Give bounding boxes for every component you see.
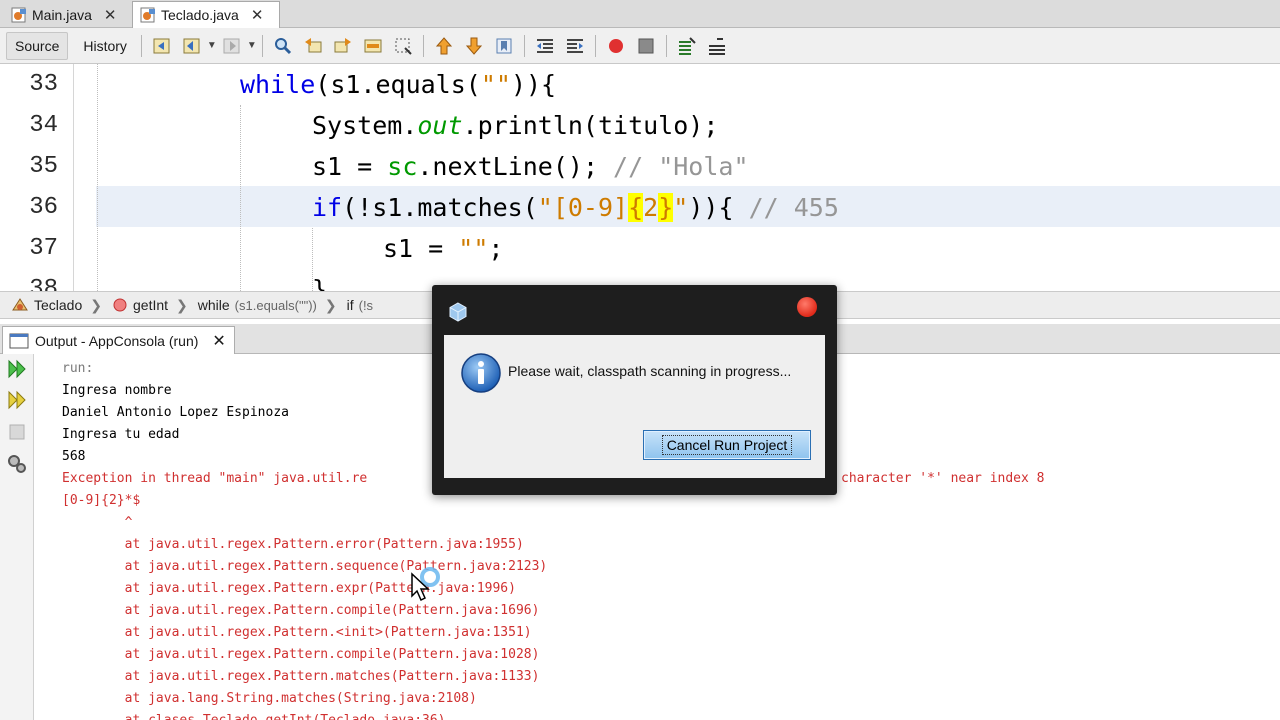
history-button[interactable]: History [74, 32, 136, 60]
console-line: at java.util.regex.Pattern.expr(Pattern.… [62, 581, 516, 596]
code-editor[interactable]: 33 34 35 36 37 38 while(s1.equals("")){ … [0, 64, 1280, 291]
tab-label: Teclado.java [161, 7, 239, 23]
close-icon[interactable] [797, 297, 817, 317]
line-number: 34 [29, 112, 58, 139]
chevron-right-icon: ❯ [324, 296, 337, 313]
shift-right-icon[interactable] [564, 35, 586, 57]
dialog-content: Please wait, classpath scanning in progr… [444, 335, 825, 478]
chevron-right-icon: ❯ [90, 296, 102, 313]
comment-icon[interactable] [676, 35, 698, 57]
find-previous-icon[interactable] [302, 35, 324, 57]
java-file-icon [11, 7, 26, 22]
console-line: Ingresa tu edad [62, 427, 180, 442]
close-icon[interactable]: ✕ [104, 6, 117, 24]
console-line: at java.util.regex.Pattern.<init>(Patter… [62, 625, 532, 640]
breadcrumb-item-while[interactable]: while (s1.equals("")) ❯ [198, 297, 337, 314]
info-icon [461, 353, 501, 393]
console-line: at java.lang.String.matches(String.java:… [62, 691, 477, 706]
console-line: Exception in thread "main" java.util.re [62, 471, 368, 486]
console-line: Ingresa nombre [62, 383, 172, 398]
uncomment-icon[interactable] [706, 35, 728, 57]
line-number: 36 [29, 194, 58, 221]
source-button[interactable]: Source [6, 31, 69, 60]
last-edit-icon[interactable] [151, 35, 173, 57]
indent-guide [240, 105, 241, 291]
bracket-match-highlight: } [658, 193, 674, 222]
start-macro-recording-icon[interactable] [605, 35, 627, 57]
breadcrumb-item-if[interactable]: if (!s [347, 297, 373, 313]
find-icon[interactable] [272, 35, 294, 57]
rerun-with-parameters-icon[interactable] [5, 388, 29, 412]
chevron-down-icon[interactable]: ▼ [247, 40, 257, 51]
settings-icon[interactable] [5, 452, 29, 476]
toolbar-separator [140, 34, 142, 57]
cancel-run-project-button[interactable]: Cancel Run Project [643, 430, 811, 460]
line-number: 37 [29, 235, 58, 262]
toggle-highlight-icon[interactable] [362, 35, 384, 57]
console-line: ^ [62, 515, 133, 530]
previous-bookmark-icon[interactable] [433, 35, 455, 57]
console-line: at clases.Teclado.getInt(Teclado.java:36… [62, 710, 446, 720]
line-number: 38 [29, 276, 58, 291]
netbeans-cube-icon [449, 302, 467, 322]
java-file-icon [140, 7, 155, 23]
editor-tab-bar: Main.java ✕ Teclado.java ✕ [0, 0, 1280, 28]
dialog-message: Please wait, classpath scanning in progr… [508, 363, 792, 379]
class-icon [12, 298, 28, 311]
toolbar-separator [594, 34, 596, 57]
console-line: Daniel Antonio Lopez Espinoza [62, 405, 289, 420]
console-line: [0-9]{2}*$ [62, 493, 141, 508]
console-line: at java.util.regex.Pattern.matches(Patte… [62, 669, 540, 684]
classpath-scan-dialog: Please wait, classpath scanning in progr… [432, 285, 837, 495]
line-number-gutter: 33 34 35 36 37 38 [0, 64, 74, 291]
code-line-37: s1 = ""; [383, 234, 504, 263]
console-line: at java.util.regex.Pattern.compile(Patte… [62, 603, 540, 618]
find-next-icon[interactable] [332, 35, 354, 57]
editor-toolbar: Source History ▼ ▼ [0, 28, 1280, 64]
code-line-36: if(!s1.matches("[0-9]{2}")){ // 455 [312, 193, 839, 222]
console-line-tail: character '*' near index 8 [841, 471, 1045, 486]
code-line-35: s1 = sc.nextLine(); // "Hola" [312, 152, 749, 181]
method-icon [113, 298, 127, 312]
rectangular-selection-icon[interactable] [392, 35, 414, 57]
back-icon[interactable] [181, 35, 203, 57]
stop-icon[interactable] [5, 420, 29, 444]
chevron-down-icon[interactable]: ▼ [207, 40, 217, 51]
console-line: at java.util.regex.Pattern.compile(Patte… [62, 647, 540, 662]
console-line: run: [62, 361, 94, 376]
code-line-33: while(s1.equals("")){ [240, 70, 557, 99]
tab-main-java[interactable]: Main.java ✕ [4, 1, 130, 28]
code-line-38: } [312, 275, 328, 291]
toolbar-separator [665, 34, 667, 57]
toolbar-separator [261, 34, 263, 57]
chevron-right-icon: ❯ [176, 296, 188, 313]
close-icon[interactable]: ✕ [251, 6, 264, 24]
close-icon[interactable]: ✕ [212, 331, 225, 351]
mouse-cursor-icon [411, 572, 430, 602]
output-window-icon [9, 333, 29, 348]
shift-left-icon[interactable] [534, 35, 556, 57]
line-number: 35 [29, 153, 58, 180]
console-line: at java.util.regex.Pattern.sequence(Patt… [62, 559, 548, 574]
stop-macro-recording-icon[interactable] [635, 35, 657, 57]
next-bookmark-icon[interactable] [463, 35, 485, 57]
breadcrumb-item-getint[interactable]: getInt ❯ [112, 297, 188, 314]
breadcrumb-item-teclado[interactable]: Teclado ❯ [10, 296, 102, 314]
code-line-34: System.out.println(titulo); [312, 111, 719, 140]
toggle-bookmark-icon[interactable] [493, 35, 515, 57]
console-line: at java.util.regex.Pattern.error(Pattern… [62, 537, 524, 552]
forward-icon[interactable] [221, 35, 243, 57]
tab-output[interactable]: Output - AppConsola (run) ✕ [2, 326, 235, 354]
line-number: 33 [29, 71, 58, 98]
toolbar-separator [422, 34, 424, 57]
tab-label: Main.java [32, 6, 92, 23]
bracket-match-highlight: { [628, 193, 644, 222]
output-side-toolbar [0, 354, 34, 720]
rerun-icon[interactable] [5, 357, 29, 381]
tab-teclado-java[interactable]: Teclado.java ✕ [132, 1, 280, 28]
toolbar-separator [523, 34, 525, 57]
console-line: 568 [62, 449, 86, 464]
indent-guide [97, 64, 98, 291]
